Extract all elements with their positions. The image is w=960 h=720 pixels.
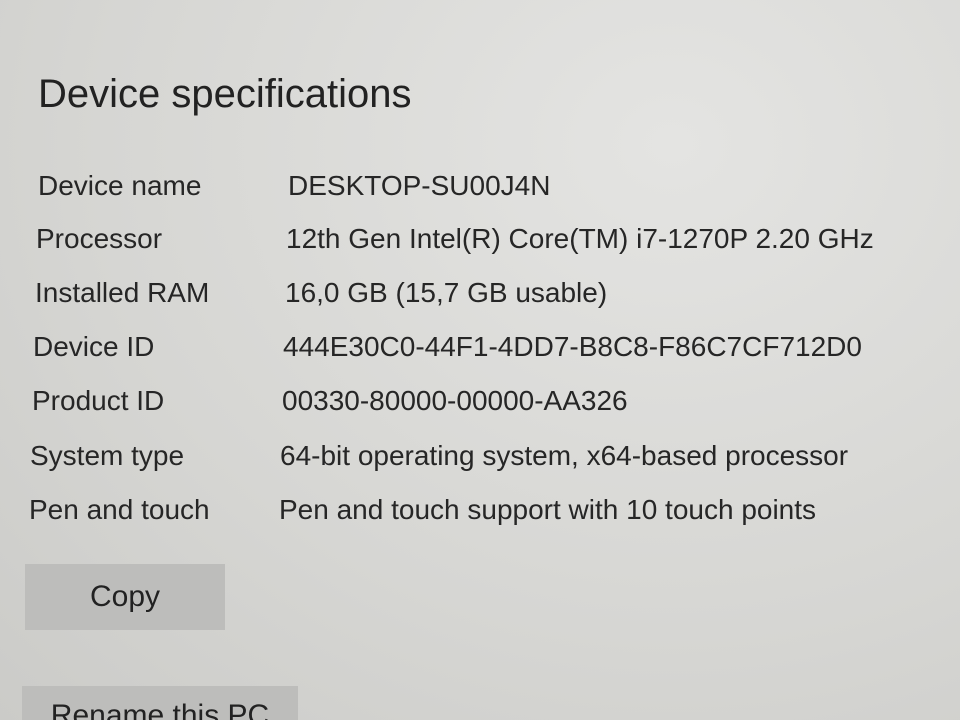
spec-label: Processor	[36, 223, 163, 254]
spec-row-pen-and-touch: Pen and touch Pen and touch support with…	[29, 490, 949, 530]
device-specifications-panel: Device specifications Device name DESKTO…	[0, 0, 960, 720]
spec-label: Product ID	[32, 385, 165, 416]
spec-label: System type	[30, 440, 185, 471]
spec-value: 12th Gen Intel(R) Core(TM) i7-1270P 2.20…	[286, 223, 874, 254]
rename-pc-button[interactable]: Rename this PC	[22, 686, 298, 720]
spec-value: Pen and touch support with 10 touch poin…	[279, 494, 817, 525]
spec-value: 64-bit operating system, x64-based proce…	[280, 440, 849, 471]
rename-pc-button-label: Rename this PC	[50, 699, 270, 720]
spec-row-device-id: Device ID 444E30C0-44F1-4DD7-B8C8-F86C7C…	[33, 327, 953, 367]
spec-label: Device name	[38, 170, 202, 201]
spec-value: 444E30C0-44F1-4DD7-B8C8-F86C7CF712D0	[283, 331, 862, 362]
spec-label: Installed RAM	[35, 277, 210, 308]
spec-label: Device ID	[33, 331, 155, 362]
spec-row-product-id: Product ID 00330-80000-00000-AA326	[32, 381, 952, 421]
spec-value: 00330-80000-00000-AA326	[282, 385, 628, 416]
spec-label: Pen and touch	[29, 494, 210, 525]
spec-value: 16,0 GB (15,7 GB usable)	[285, 277, 608, 308]
spec-row-system-type: System type 64-bit operating system, x64…	[30, 436, 950, 476]
spec-row-processor: Processor 12th Gen Intel(R) Core(TM) i7-…	[36, 219, 956, 259]
spec-row-device-name: Device name DESKTOP-SU00J4N	[38, 166, 958, 206]
copy-button[interactable]: Copy	[25, 564, 225, 630]
spec-value: DESKTOP-SU00J4N	[288, 170, 551, 201]
spec-row-installed-ram: Installed RAM 16,0 GB (15,7 GB usable)	[35, 273, 955, 313]
